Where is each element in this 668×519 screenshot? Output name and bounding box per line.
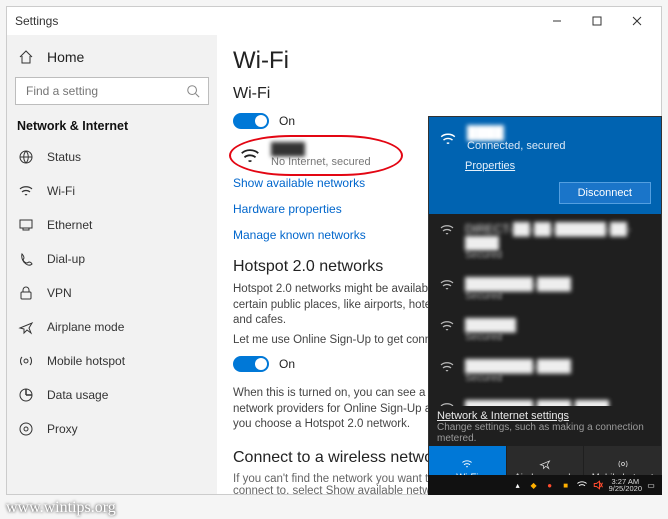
home-icon <box>17 48 35 66</box>
data-usage-icon <box>17 386 35 404</box>
sidebar-item-label: Status <box>47 150 81 164</box>
wifi-icon <box>439 130 457 148</box>
flyout-connected-status: Connected, secured <box>467 140 565 152</box>
sidebar-item-label: Mobile hotspot <box>47 354 125 368</box>
flyout-connected[interactable]: ████ Connected, secured Properties Disco… <box>429 117 661 214</box>
flyout-settings-sub: Change settings, such as making a connec… <box>437 422 653 444</box>
sidebar-item-label: Data usage <box>47 388 108 402</box>
sidebar-item-ethernet[interactable]: Ethernet <box>7 209 217 241</box>
close-button[interactable] <box>617 7 657 35</box>
sidebar-item-dialup[interactable]: Dial-up <box>7 243 217 275</box>
wifi-icon <box>17 182 35 200</box>
minimize-button[interactable] <box>537 7 577 35</box>
sidebar-home-label: Home <box>47 49 84 65</box>
titlebar: Settings <box>7 7 661 35</box>
proxy-icon <box>17 420 35 438</box>
wifi-icon <box>439 318 455 334</box>
search-field[interactable] <box>24 83 186 99</box>
sidebar-group-heading: Network & Internet <box>7 113 217 139</box>
hotspot-toggle[interactable]: On <box>233 356 295 372</box>
airplane-icon <box>17 318 35 336</box>
tray-network-icon[interactable] <box>575 478 589 492</box>
search-input[interactable] <box>15 77 209 105</box>
disconnect-button[interactable]: Disconnect <box>559 182 651 204</box>
current-status: No Internet, secured <box>271 156 371 168</box>
flyout-network-list: DIRECT-██-██-██████-██-████Secured █████… <box>429 214 661 406</box>
sidebar-item-label: Airplane mode <box>47 320 124 334</box>
current-ssid: ████ <box>271 143 371 156</box>
tray-app2-icon[interactable]: ■ <box>559 478 573 492</box>
flyout-settings-title: Network & Internet settings <box>437 410 653 422</box>
sidebar-item-label: Ethernet <box>47 218 92 232</box>
search-icon <box>186 84 200 98</box>
flyout-network-item[interactable]: ████████-████Secured <box>429 269 661 310</box>
sidebar-home[interactable]: Home <box>7 41 217 73</box>
tray-notifications-icon[interactable]: ▭ <box>644 478 658 492</box>
sidebar-item-status[interactable]: Status <box>7 141 217 173</box>
flyout-network-item[interactable]: ████████-████Secured <box>429 351 661 392</box>
wifi-toggle-label: On <box>279 114 295 128</box>
wifi-heading: Wi-Fi <box>233 85 649 103</box>
sidebar-item-label: Dial-up <box>47 252 85 266</box>
page-title: Wi-Fi <box>233 47 649 75</box>
hotspot-icon <box>17 352 35 370</box>
sidebar-item-proxy[interactable]: Proxy <box>7 413 217 445</box>
wifi-icon <box>439 222 455 238</box>
window-title: Settings <box>15 14 537 28</box>
taskbar-tray: ▴ ◆ ● ■ 3:27 AM 9/25/2020 ▭ <box>428 475 662 495</box>
wifi-toggle[interactable]: On <box>233 113 295 129</box>
sidebar-item-label: Wi-Fi <box>47 184 75 198</box>
sidebar-item-hotspot[interactable]: Mobile hotspot <box>7 345 217 377</box>
sidebar-item-wifi[interactable]: Wi-Fi <box>7 175 217 207</box>
wifi-icon <box>439 277 455 293</box>
status-icon <box>17 148 35 166</box>
flyout-network-item[interactable]: ████████-████-████ <box>429 392 661 406</box>
watermark: www.wintips.org <box>6 499 116 517</box>
sidebar-item-airplane[interactable]: Airplane mode <box>7 311 217 343</box>
hotspot-toggle-state: On <box>279 357 295 371</box>
flyout-settings[interactable]: Network & Internet settings Change setti… <box>429 406 661 446</box>
flyout-network-item[interactable]: DIRECT-██-██-██████-██-████Secured <box>429 214 661 269</box>
sidebar-item-label: Proxy <box>47 422 78 436</box>
tray-volume-icon[interactable] <box>591 478 605 492</box>
maximize-button[interactable] <box>577 7 617 35</box>
dialup-icon <box>17 250 35 268</box>
flyout-connected-ssid: ████ <box>467 125 565 140</box>
sidebar-item-data[interactable]: Data usage <box>7 379 217 411</box>
flyout-properties-link[interactable]: Properties <box>465 160 651 172</box>
ethernet-icon <box>17 216 35 234</box>
sidebar: Home Network & Internet Status Wi-Fi Eth… <box>7 35 217 494</box>
current-network[interactable]: ████ No Internet, secured <box>233 139 383 172</box>
tray-clock[interactable]: 3:27 AM 9/25/2020 <box>609 478 642 493</box>
wifi-icon <box>439 359 455 375</box>
tray-defender-icon[interactable]: ◆ <box>527 478 541 492</box>
flyout-network-item[interactable]: ██████Secured <box>429 310 661 351</box>
wifi-icon <box>239 145 261 167</box>
tray-app-icon[interactable]: ● <box>543 478 557 492</box>
vpn-icon <box>17 284 35 302</box>
network-flyout: ████ Connected, secured Properties Disco… <box>428 116 662 495</box>
tray-chevron-up-icon[interactable]: ▴ <box>511 478 525 492</box>
sidebar-item-vpn[interactable]: VPN <box>7 277 217 309</box>
sidebar-item-label: VPN <box>47 286 72 300</box>
